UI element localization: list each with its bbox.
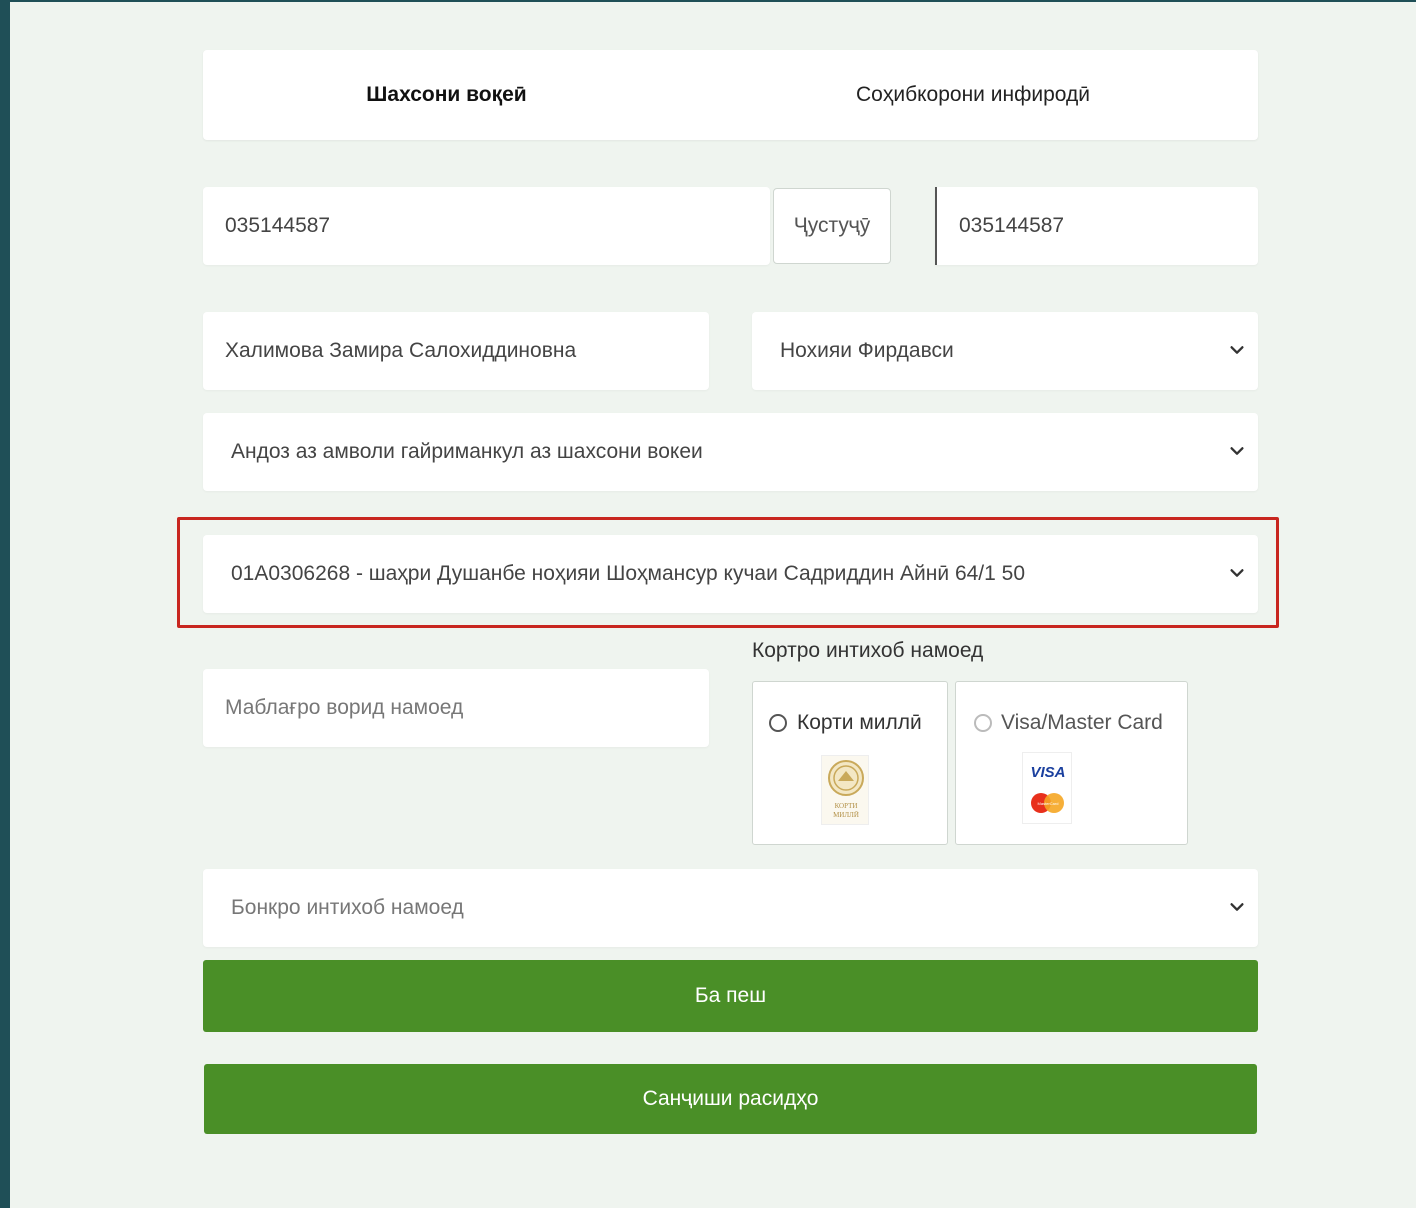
korti-milli-logo: КОРТИ МИЛЛӢ xyxy=(821,755,869,825)
tax-type-select[interactable]: Андоз аз амволи гайриманкул аз шахсони в… xyxy=(203,413,1258,491)
chevron-down-icon xyxy=(1230,447,1244,455)
page: Шахсони воқеӣ Соҳибкорони инфиродӣ 03514… xyxy=(10,2,1416,1208)
tab-entrepreneurs[interactable]: Соҳибкорони инфиродӣ xyxy=(703,50,1243,140)
check-receipts-button[interactable]: Санҷиши расидҳо xyxy=(204,1064,1257,1134)
district-select[interactable]: Нохияи Фирдавси xyxy=(752,312,1258,390)
amount-input-placeholder: Маблағро ворид намоед xyxy=(225,696,464,719)
chevron-down-icon xyxy=(1230,346,1244,354)
radio-icon[interactable] xyxy=(974,714,992,732)
visa-logo-text: VISA xyxy=(1030,764,1065,781)
tax-type-select-value: Андоз аз амволи гайриманкул аз шахсони в… xyxy=(231,440,703,463)
tin-input-value: 035144587 xyxy=(225,214,331,237)
bank-select-placeholder: Бонкро интихоб намоед xyxy=(231,896,464,919)
next-button[interactable]: Ба пеш xyxy=(203,960,1258,1032)
radio-icon[interactable] xyxy=(769,714,787,732)
property-select-value: 01А0306268 - шаҳри Душанбе ноҳияи Шоҳман… xyxy=(231,562,1026,585)
card-select-label: Кортро интихоб намоед xyxy=(752,639,984,662)
korti-milli-logo-text: КОРТИ xyxy=(835,802,858,810)
visa-mastercard-icon: VISA MasterCard xyxy=(1030,764,1066,813)
visa-mastercard-logo: VISA MasterCard xyxy=(1022,752,1072,824)
check-receipts-button-label: Санҷиши расидҳо xyxy=(642,1087,819,1110)
korti-milli-logo-text-2: МИЛЛӢ xyxy=(833,811,859,819)
amount-input[interactable]: Маблағро ворид намоед xyxy=(203,669,709,747)
card-option-visa[interactable]: Visa/Master Card VISA MasterCard xyxy=(955,681,1188,845)
full-name-field[interactable]: Халимова Замира Салохиддиновна xyxy=(203,312,709,390)
search-button-label: Ҷустуҷӯ xyxy=(793,214,871,237)
card-option-milli-label: Корти миллӣ xyxy=(797,711,922,734)
full-name-value: Халимова Замира Салохиддиновна xyxy=(225,339,577,362)
card-option-milli[interactable]: Корти миллӣ КОРТИ МИЛЛӢ xyxy=(752,681,948,845)
tab-individuals-label: Шахсони воқеӣ xyxy=(366,83,527,106)
mastercard-logo-text: MasterCard xyxy=(1038,801,1059,806)
tin-result-value: 035144587 xyxy=(959,214,1065,237)
tab-entrepreneurs-label: Соҳибкорони инфиродӣ xyxy=(856,83,1090,106)
tin-result-field: 035144587 xyxy=(935,187,1258,265)
person-type-tabs: Шахсони воқеӣ Соҳибкорони инфиродӣ xyxy=(203,50,1258,140)
district-select-value: Нохияи Фирдавси xyxy=(780,339,954,362)
chevron-down-icon xyxy=(1230,903,1244,911)
search-button[interactable]: Ҷустуҷӯ xyxy=(773,188,891,264)
tin-input[interactable]: 035144587 xyxy=(203,187,770,265)
card-option-visa-label: Visa/Master Card xyxy=(1001,711,1163,734)
bank-select[interactable]: Бонкро интихоб намоед xyxy=(203,869,1258,947)
chevron-down-icon xyxy=(1230,569,1244,577)
tab-individuals[interactable]: Шахсони воқеӣ xyxy=(203,50,690,140)
property-select[interactable]: 01А0306268 - шаҳри Душанбе ноҳияи Шоҳман… xyxy=(203,535,1258,613)
next-button-label: Ба пеш xyxy=(694,984,767,1007)
korti-milli-emblem-icon: КОРТИ МИЛЛӢ xyxy=(828,760,864,819)
